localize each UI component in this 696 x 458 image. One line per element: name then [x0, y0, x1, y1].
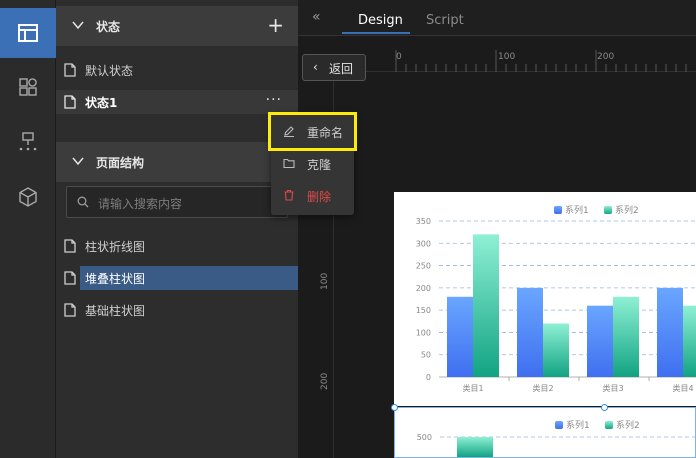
legend-label: 系列2	[615, 204, 639, 216]
ruler-label: 0	[396, 52, 402, 62]
editor-tabbar: « Design Script	[298, 0, 696, 36]
components-icon	[19, 78, 37, 96]
search-field[interactable]: 请输入搜索内容	[66, 186, 288, 218]
bar	[543, 323, 569, 377]
page-item[interactable]: 柱状折线图	[56, 234, 298, 258]
components-button[interactable]	[0, 62, 56, 112]
bar	[447, 296, 473, 377]
page-item[interactable]: 基础柱状图	[56, 298, 298, 322]
tab-script[interactable]: Script	[426, 13, 464, 28]
page-label: 柱状折线图	[85, 240, 146, 254]
legend-label: 系列1	[566, 419, 590, 431]
basic-bar-chart-widget[interactable]: 系列1 系列2 500	[394, 407, 696, 458]
resize-handle[interactable]	[601, 404, 608, 411]
ruler-label: 200	[320, 372, 330, 390]
y-tick-label: 250	[416, 262, 431, 271]
menu-item-label: 克隆	[307, 158, 332, 172]
y-tick-label: 350	[416, 217, 431, 226]
x-tick-label: 类目4	[672, 383, 693, 393]
page-label: 堆叠柱状图	[85, 272, 146, 286]
legend-swatch	[554, 206, 562, 214]
bar	[683, 305, 696, 377]
bar	[517, 287, 543, 377]
search-icon	[77, 196, 89, 208]
back-label: 返回	[329, 62, 354, 76]
file-icon	[64, 239, 76, 253]
y-tick-label: 100	[416, 328, 431, 337]
file-icon	[64, 63, 76, 77]
chevron-left-icon: ‹	[313, 60, 318, 74]
data-source-button[interactable]	[0, 117, 56, 167]
bar	[457, 437, 493, 457]
x-tick-label: 类目2	[532, 383, 553, 393]
cube-icon	[19, 187, 37, 207]
bar	[613, 296, 639, 377]
layout-button[interactable]	[0, 8, 56, 58]
model-button[interactable]	[0, 172, 56, 222]
y-tick-label: 300	[416, 239, 431, 248]
state-item[interactable]: 默认状态	[56, 58, 298, 82]
ruler-label: 100	[320, 272, 330, 290]
ruler-label: 200	[597, 52, 615, 62]
state-item[interactable]: 状态1 ···	[56, 90, 298, 114]
bar	[473, 234, 499, 377]
back-button[interactable]: ‹ 返回	[302, 54, 366, 81]
page-item-selected[interactable]: 堆叠柱状图	[56, 266, 298, 290]
state-label: 状态1	[85, 96, 118, 110]
bar	[587, 305, 613, 377]
ruler-label: 100	[498, 52, 516, 62]
app-root: 状态 + 默认状态 状态1 ··· 页面结构 请输入搜索内容 柱状折线图 堆叠柱…	[0, 0, 696, 458]
states-section-header[interactable]: 状态 +	[56, 6, 298, 46]
bar-chart: 系列1 系列2 500	[417, 419, 695, 457]
structure-section-header[interactable]: 页面结构	[56, 142, 298, 182]
y-tick-label: 0	[426, 373, 431, 382]
x-tick-label: 类目3	[602, 383, 623, 393]
activity-bar	[0, 0, 56, 458]
folder-icon	[283, 158, 295, 169]
side-panel: 状态 + 默认状态 状态1 ··· 页面结构 请输入搜索内容 柱状折线图 堆叠柱…	[56, 0, 298, 458]
trash-icon	[284, 189, 294, 201]
resize-handle[interactable]	[391, 404, 398, 411]
bar-chart: 0 50 100 150 200 250 300 350 系列1 系列2 类目1 类目2 类目3 类目4	[416, 204, 696, 393]
x-tick-label: 类目1	[462, 383, 483, 393]
y-tick-label: 200	[416, 284, 431, 293]
structure-title: 页面结构	[96, 156, 145, 170]
collapse-panel-button[interactable]: «	[312, 9, 321, 25]
legend-swatch	[555, 421, 563, 429]
menu-item-clone[interactable]: 克隆	[271, 149, 354, 179]
states-title: 状态	[96, 20, 121, 34]
highlight-box	[268, 112, 357, 151]
page-label: 基础柱状图	[85, 304, 146, 318]
menu-item-label: 删除	[307, 190, 332, 204]
tab-design[interactable]: Design	[358, 13, 403, 28]
chevron-down-icon	[72, 21, 84, 30]
layout-icon	[18, 24, 38, 42]
y-tick-label: 150	[416, 306, 431, 315]
active-tab-indicator	[342, 32, 410, 34]
file-icon	[64, 271, 76, 285]
legend-swatch	[604, 206, 612, 214]
network-icon	[19, 132, 37, 151]
file-icon	[64, 303, 76, 317]
horizontal-ruler: 0 100 200	[334, 36, 696, 72]
bar	[657, 287, 683, 377]
file-icon	[64, 95, 76, 109]
add-state-button[interactable]: +	[267, 15, 284, 35]
legend-label: 系列1	[565, 204, 589, 216]
chevron-down-icon	[72, 157, 84, 166]
stacked-bar-chart-widget[interactable]: 0 50 100 150 200 250 300 350 系列1 系列2 类目1 类目2 类目3 类目4	[394, 192, 696, 406]
more-options-button[interactable]: ···	[266, 92, 282, 108]
menu-item-delete[interactable]: 删除	[271, 181, 354, 211]
legend-swatch	[605, 421, 613, 429]
legend-label: 系列2	[616, 419, 640, 431]
design-canvas[interactable]: 0 100 200 100 200 ‹ 返回 0 50 100 150 200 250 30…	[298, 36, 696, 458]
search-placeholder: 请输入搜索内容	[98, 197, 183, 211]
y-tick-label: 50	[421, 351, 431, 360]
y-tick-label: 500	[417, 433, 432, 442]
state-label: 默认状态	[85, 64, 134, 78]
